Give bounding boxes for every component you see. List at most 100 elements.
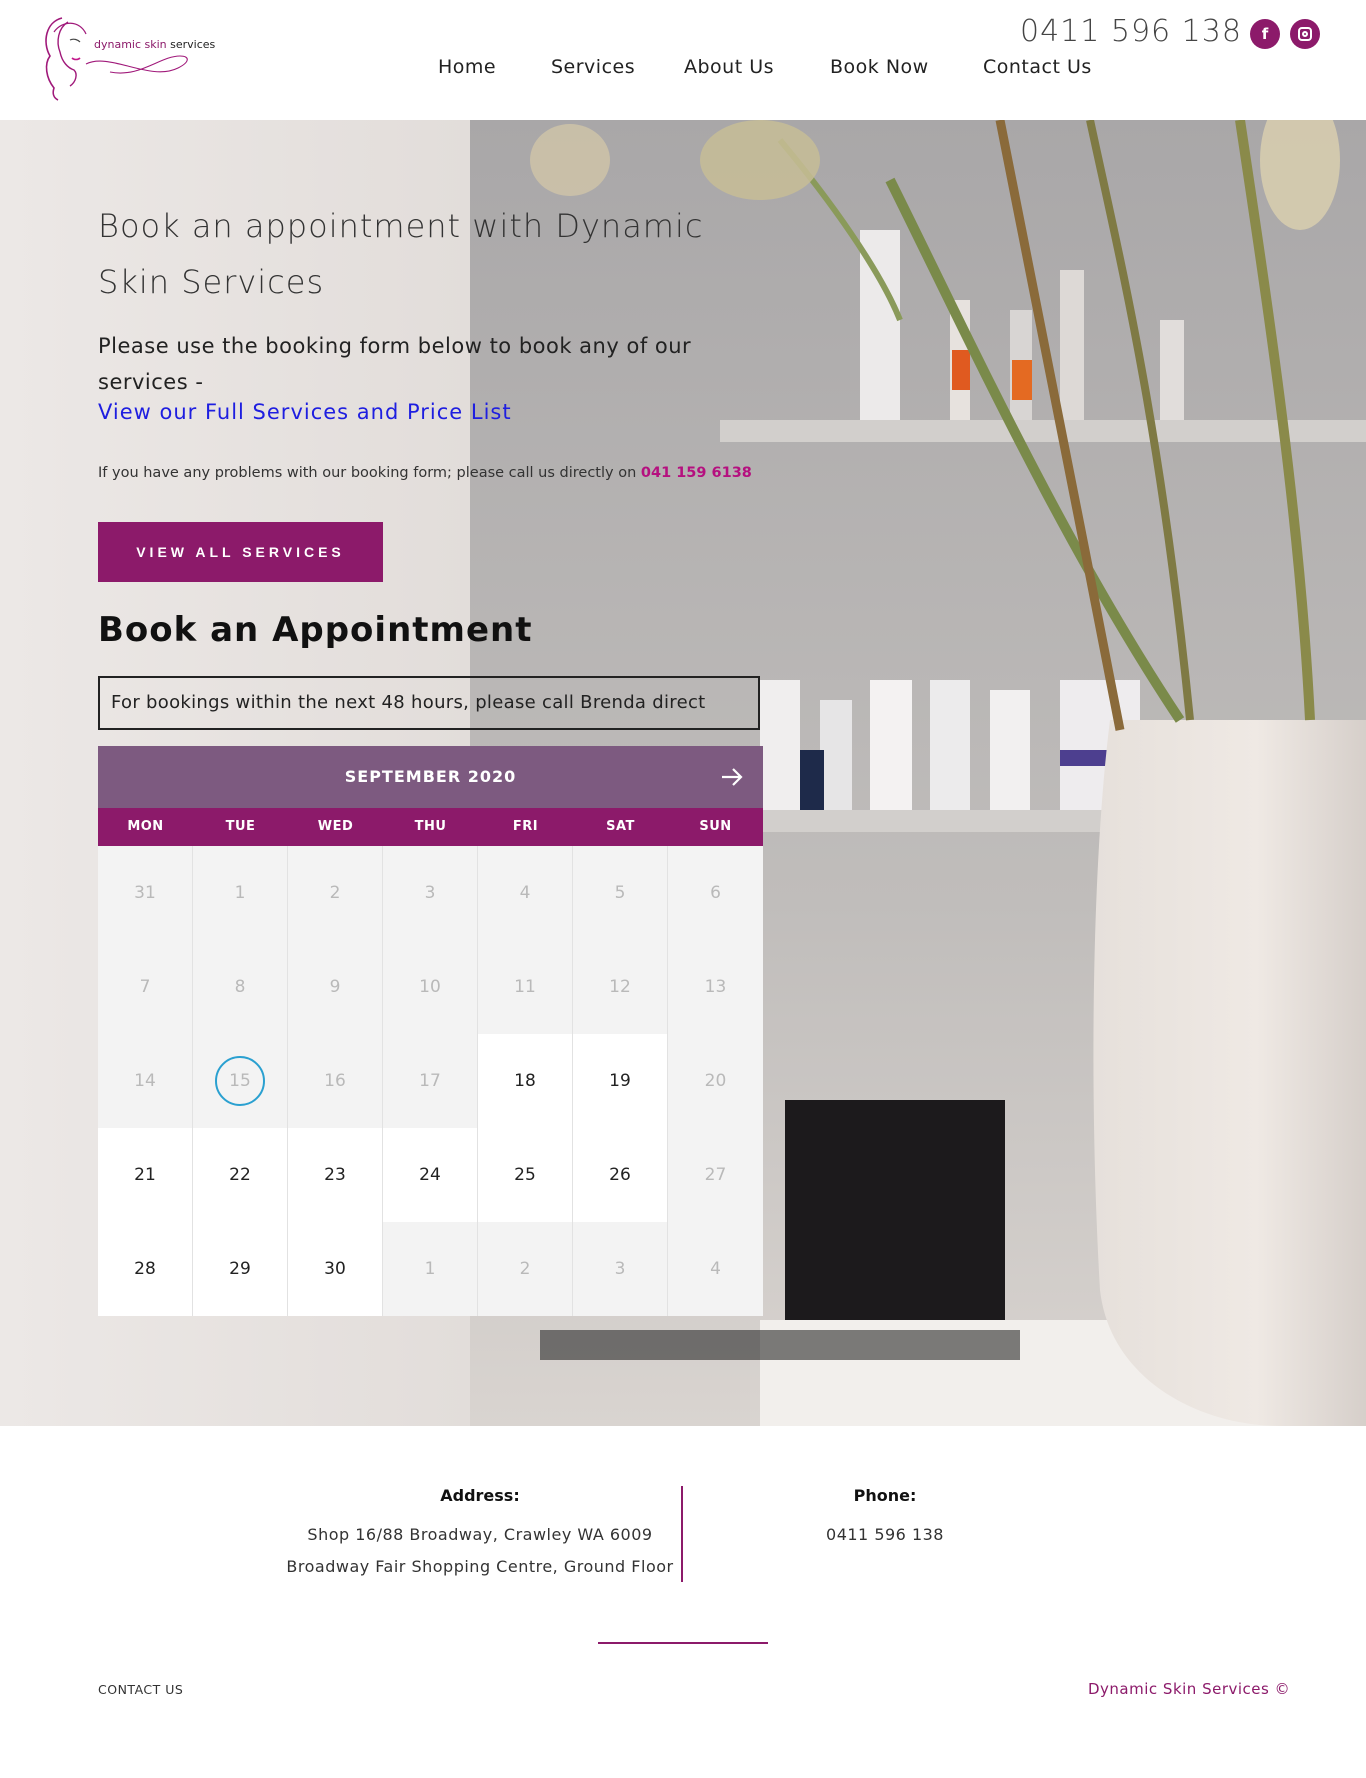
- calendar-day: 31: [98, 846, 193, 940]
- calendar-day[interactable]: 25: [478, 1128, 573, 1222]
- calendar-day-number: 19: [609, 1071, 631, 1091]
- calendar-day-number: 10: [419, 977, 441, 997]
- calendar-day[interactable]: 18: [478, 1034, 573, 1128]
- footer-divider-vertical: [681, 1486, 683, 1582]
- logo-wordmark: dynamic skin services: [94, 38, 215, 51]
- address-line-1: Shop 16/88 Broadway, Crawley WA 6009: [307, 1525, 653, 1544]
- calendar-day[interactable]: 23: [288, 1128, 383, 1222]
- calendar-day[interactable]: 28: [98, 1222, 193, 1316]
- calendar-weekdays: MON TUE WED THU FRI SAT SUN: [98, 808, 763, 846]
- nav-about-us[interactable]: About Us: [684, 56, 774, 78]
- calendar-day: 12: [573, 940, 668, 1034]
- nav-services[interactable]: Services: [551, 56, 635, 78]
- footer-phone[interactable]: 0411 596 138: [760, 1519, 1010, 1551]
- calendar-day-number: 4: [710, 1259, 721, 1279]
- weekday-mon: MON: [127, 819, 164, 834]
- view-all-services-button[interactable]: VIEW ALL SERVICES: [98, 522, 383, 582]
- calendar-day-number: 2: [329, 883, 341, 903]
- calendar-day: 3: [383, 846, 478, 940]
- calendar-day-number: 5: [614, 883, 626, 903]
- calendar-day-number: 14: [134, 1071, 156, 1091]
- calendar-day: 10: [383, 940, 478, 1034]
- booking-help-note: If you have any problems with our bookin…: [98, 465, 752, 481]
- footer-divider-horizontal: [598, 1642, 768, 1644]
- weekday-thu: THU: [414, 819, 447, 834]
- calendar-day[interactable]: 29: [193, 1222, 288, 1316]
- calendar-day-number: 8: [234, 977, 246, 997]
- calendar-day-number: 30: [324, 1259, 346, 1279]
- nav-book-now[interactable]: Book Now: [830, 56, 929, 78]
- address-line-2: Broadway Fair Shopping Centre, Ground Fl…: [286, 1557, 674, 1576]
- logo-text-accent: dynamic skin: [94, 38, 167, 51]
- booking-calendar: SEPTEMBER 2020 MON TUE WED THU FRI SAT S…: [98, 746, 763, 1316]
- calendar-day-number: 18: [514, 1071, 536, 1091]
- footer-contact-link[interactable]: CONTACT US: [98, 1682, 183, 1697]
- address-block: Address: Shop 16/88 Broadway, Crawley WA…: [230, 1486, 730, 1583]
- calendar-grid: 31 1 2 3 4 5 6 7 8 9 10 11 12 13 14 15 16 17 18 19 20 21 22 23 2…: [98, 846, 763, 1316]
- calendar-day: 4: [668, 1222, 763, 1316]
- page-title: Book an appointment with Dynamic Skin Se…: [98, 207, 704, 301]
- booking-help-text: If you have any problems with our bookin…: [98, 465, 641, 481]
- calendar-day-number: 17: [419, 1071, 441, 1091]
- phone-label: Phone:: [853, 1486, 917, 1505]
- booking-notice: For bookings within the next 48 hours, p…: [98, 676, 760, 730]
- calendar-day: 9: [288, 940, 383, 1034]
- logo-text-rest: services: [166, 38, 216, 51]
- booking-help-phone[interactable]: 041 159 6138: [641, 465, 752, 481]
- calendar-day: 5: [573, 846, 668, 940]
- calendar-month: SEPTEMBER 2020: [344, 767, 517, 786]
- calendar-day-number: 7: [139, 977, 151, 997]
- calendar-day: 27: [668, 1128, 763, 1222]
- calendar-day-number: 3: [614, 1259, 626, 1279]
- header-phone[interactable]: 0411 596 138: [1020, 14, 1242, 49]
- calendar-day-number: 24: [419, 1165, 441, 1185]
- face-logo-icon: [45, 17, 188, 101]
- calendar-day[interactable]: 24: [383, 1128, 478, 1222]
- calendar-day-number: 23: [324, 1165, 346, 1185]
- instagram-icon[interactable]: [1290, 19, 1320, 49]
- calendar-day-number: 2: [519, 1259, 531, 1279]
- calendar-day-number: 20: [704, 1071, 727, 1091]
- calendar-day-number: 1: [424, 1259, 436, 1279]
- calendar-day[interactable]: 26: [573, 1128, 668, 1222]
- calendar-day-number: 6: [710, 883, 721, 903]
- calendar-day[interactable]: 19: [573, 1034, 668, 1128]
- calendar-day: 13: [668, 940, 763, 1034]
- copyright: Dynamic Skin Services ©: [1088, 1680, 1291, 1698]
- calendar-day: 6: [668, 846, 763, 940]
- calendar-day: 11: [478, 940, 573, 1034]
- calendar-day-number: 9: [329, 977, 341, 997]
- calendar-day-number: 25: [514, 1165, 536, 1185]
- price-list-link[interactable]: View our Full Services and Price List: [98, 400, 512, 424]
- calendar-day-number: 11: [514, 977, 536, 997]
- calendar-day-number: 1: [234, 883, 246, 903]
- calendar-day-number: 3: [424, 883, 436, 903]
- address-label: Address:: [440, 1486, 520, 1505]
- booking-intro: Please use the booking form below to boo…: [98, 334, 692, 394]
- hero-section: Book an appointment with Dynamic Skin Se…: [0, 120, 1366, 1426]
- calendar-day: 14: [98, 1034, 193, 1128]
- calendar-day[interactable]: 22: [193, 1128, 288, 1222]
- calendar-day: 15: [193, 1034, 288, 1128]
- calendar-day-number: 4: [519, 883, 531, 903]
- calendar-day-number: 12: [609, 977, 631, 997]
- nav-contact-us[interactable]: Contact Us: [983, 56, 1092, 78]
- brand-logo[interactable]: dynamic skin services: [40, 12, 220, 102]
- calendar-day: 1: [193, 846, 288, 940]
- calendar-day-number: 22: [229, 1165, 251, 1185]
- calendar-day-number: 26: [609, 1165, 631, 1185]
- arrow-right-icon[interactable]: [719, 764, 745, 790]
- calendar-day[interactable]: 30: [288, 1222, 383, 1316]
- calendar-day[interactable]: 21: [98, 1128, 193, 1222]
- calendar-day: 8: [193, 940, 288, 1034]
- weekday-wed: WED: [317, 819, 354, 834]
- calendar-day: 2: [478, 1222, 573, 1316]
- facebook-icon[interactable]: f: [1250, 19, 1280, 49]
- weekday-fri: FRI: [512, 819, 539, 834]
- weekday-sat: SAT: [606, 819, 635, 834]
- calendar-day: 4: [478, 846, 573, 940]
- calendar-header: SEPTEMBER 2020: [98, 746, 763, 808]
- calendar-day: 7: [98, 940, 193, 1034]
- nav-home[interactable]: Home: [438, 56, 496, 78]
- calendar-day-number: 21: [134, 1165, 156, 1185]
